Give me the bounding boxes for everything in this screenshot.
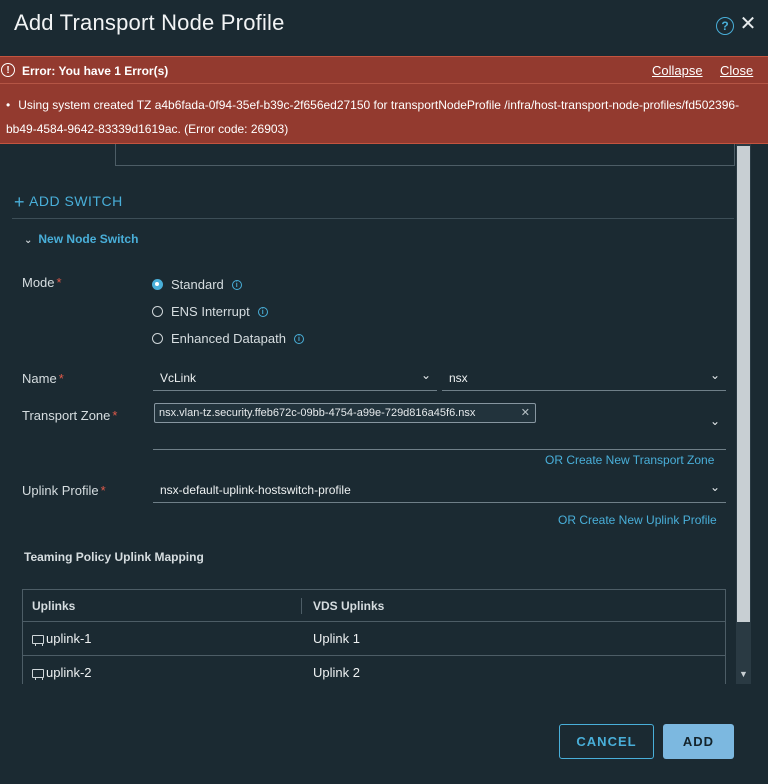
- required-marker: *: [56, 275, 62, 290]
- section-divider: [12, 218, 734, 219]
- teaming-section-title: Teaming Policy Uplink Mapping: [24, 550, 204, 564]
- mode-radio-enhanced-datapath[interactable]: Enhanced Datapath i: [152, 331, 304, 346]
- mode-option-label: Standard: [171, 277, 224, 292]
- info-icon[interactable]: i: [257, 306, 268, 317]
- vcenter-select-value: VcLink: [160, 371, 197, 385]
- uplink-profile-label-text: Uplink Profile: [22, 483, 99, 498]
- node-switch-toggle[interactable]: ⌄ New Node Switch: [24, 232, 138, 246]
- uplink-profile-value: nsx-default-uplink-hostswitch-profile: [160, 483, 351, 497]
- switch-select-value: nsx: [449, 371, 468, 385]
- scrollbar-thumb[interactable]: [737, 146, 750, 622]
- info-icon[interactable]: i: [231, 279, 242, 290]
- add-switch-button[interactable]: + ADD SWITCH: [14, 192, 123, 213]
- uplink-profile-select[interactable]: nsx-default-uplink-hostswitch-profile ⌄: [153, 477, 726, 503]
- collapse-link[interactable]: Collapse: [652, 63, 703, 78]
- add-switch-label: ADD SWITCH: [29, 193, 123, 209]
- chevron-down-icon: ⌄: [24, 235, 33, 246]
- dialog-header: Add Transport Node Profile ? ✕: [0, 0, 768, 56]
- chevron-down-icon: ⌄: [420, 368, 431, 382]
- vds-uplink-cell[interactable]: Uplink 2: [313, 665, 360, 680]
- mode-option-label: ENS Interrupt: [171, 304, 250, 319]
- create-uplink-profile-link[interactable]: OR Create New Uplink Profile: [558, 513, 717, 527]
- chevron-down-icon: ⌄: [709, 368, 720, 382]
- transport-zone-chip-text: nsx.vlan-tz.security.ffeb672c-09bb-4754-…: [159, 407, 476, 419]
- close-banner-link[interactable]: Close: [720, 63, 753, 78]
- column-header-vds-uplinks: VDS Uplinks: [313, 599, 385, 613]
- mode-option-label: Enhanced Datapath: [171, 331, 286, 346]
- bullet-icon: •: [6, 98, 11, 112]
- teaming-table: Uplinks VDS Uplinks uplink-1 Uplink 1 up…: [22, 589, 726, 684]
- scroll-down-icon[interactable]: ▼: [739, 669, 748, 679]
- radio-unchecked-icon: [152, 333, 163, 344]
- dialog-content: + ADD SWITCH ⌄ New Node Switch Mode * Stand…: [0, 144, 736, 684]
- uplink-cell: uplink-1: [32, 631, 92, 646]
- add-button[interactable]: ADD: [663, 724, 734, 759]
- transport-zone-chip: nsx.vlan-tz.security.ffeb672c-09bb-4754-…: [154, 403, 536, 423]
- error-message: • Using system created TZ a4b6fada-0f94-3…: [6, 93, 746, 141]
- column-header-uplinks: Uplinks: [32, 599, 76, 613]
- remove-chip-icon[interactable]: ✕: [521, 406, 530, 419]
- uplink-icon: [32, 635, 44, 646]
- radio-checked-icon: [152, 279, 163, 290]
- column-separator: [301, 598, 302, 614]
- cancel-button[interactable]: CANCEL: [559, 724, 654, 759]
- create-transport-zone-link[interactable]: OR Create New Transport Zone: [545, 453, 714, 467]
- plus-icon: +: [14, 192, 26, 212]
- required-marker: *: [112, 408, 118, 423]
- mode-label: Mode *: [22, 275, 62, 290]
- switch-select[interactable]: nsx ⌄: [442, 365, 726, 391]
- dialog-title: Add Transport Node Profile: [14, 10, 285, 35]
- row-divider: [23, 621, 725, 622]
- uplink-profile-label: Uplink Profile *: [22, 483, 106, 498]
- name-label: Name *: [22, 371, 64, 386]
- mode-label-text: Mode: [22, 275, 55, 290]
- uplink-icon: [32, 669, 44, 680]
- chevron-down-icon: ⌄: [709, 414, 720, 428]
- vcenter-select[interactable]: VcLink ⌄: [153, 365, 437, 391]
- name-label-text: Name: [22, 371, 57, 386]
- info-icon[interactable]: i: [293, 333, 304, 344]
- error-banner-header: ! Error: You have 1 Error(s) Collapse Cl…: [0, 57, 768, 84]
- uplink-cell: uplink-2: [32, 665, 92, 680]
- previous-field-box: [115, 144, 735, 166]
- mode-radio-ens-interrupt[interactable]: ENS Interrupt i: [152, 304, 268, 319]
- mode-radio-standard[interactable]: Standard i: [152, 277, 242, 292]
- uplink-name: uplink-2: [46, 665, 92, 680]
- error-title: Error: You have 1 Error(s): [22, 64, 169, 78]
- node-switch-title: New Node Switch: [38, 232, 139, 246]
- transport-zone-label-text: Transport Zone: [22, 408, 111, 423]
- required-marker: *: [58, 371, 64, 386]
- help-icon[interactable]: ?: [716, 17, 734, 35]
- error-icon: !: [1, 63, 15, 77]
- error-banner: ! Error: You have 1 Error(s) Collapse Cl…: [0, 56, 768, 144]
- chevron-down-icon: ⌄: [709, 480, 720, 494]
- uplink-name: uplink-1: [46, 631, 92, 646]
- row-divider: [23, 655, 725, 656]
- error-message-text: Using system created TZ a4b6fada-0f94-35…: [6, 98, 740, 136]
- required-marker: *: [100, 483, 106, 498]
- transport-zone-label: Transport Zone *: [22, 408, 117, 423]
- radio-unchecked-icon: [152, 306, 163, 317]
- close-icon[interactable]: ✕: [739, 13, 757, 35]
- vds-uplink-cell[interactable]: Uplink 1: [313, 631, 360, 646]
